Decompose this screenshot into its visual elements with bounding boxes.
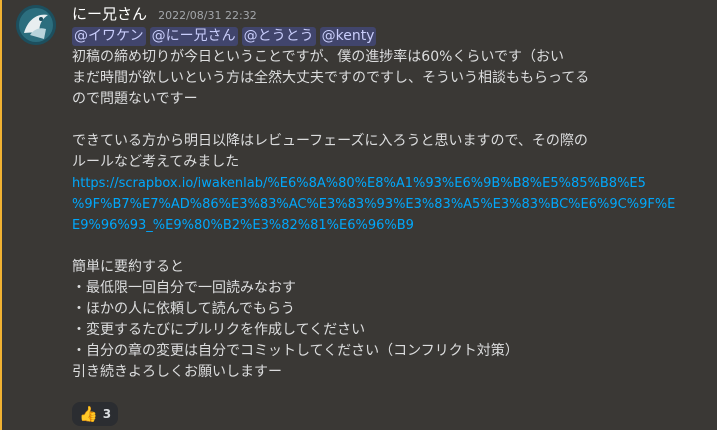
summary-heading: 簡単に要約すると (72, 259, 184, 275)
link-line[interactable]: https://scrapbox.io/iwakenlab/%E6%8A%80%… (72, 176, 646, 191)
mention-iwaken[interactable]: @イワケン (72, 27, 146, 46)
avatar[interactable] (16, 5, 56, 45)
username[interactable]: にー兄さん (72, 5, 147, 23)
message-line: ので問題ないですー (72, 91, 198, 107)
summary-item: ・変更するたびにプルリクを作成してください (72, 322, 366, 338)
message-line: まだ時間が欲しいという方は全然大丈夫ですのですし、そういう相談ももらってる (72, 70, 590, 86)
message-line: できている方から明日以降はレビューフェーズに入ろうと思いますので、その際の (72, 133, 588, 149)
thumbs-up-icon: 👍 (79, 405, 98, 423)
message-line: ルールなど考えてみました (72, 154, 240, 170)
mention-niinisan[interactable]: @にー兄さん (149, 27, 238, 46)
summary-item: ・自分の章の変更は自分でコミットしてください（コンフリクト対策） (72, 343, 519, 359)
avatar-image (16, 5, 56, 45)
message-content: にー兄さん 2022/08/31 22:32 @イワケン @にー兄さん @とうとう @… (72, 4, 712, 383)
scrapbox-link-cont[interactable]: E9%96%93_%E9%80%B2%E3%82%81%E6%96%B9 (72, 215, 712, 236)
link-line[interactable]: E9%96%93_%E9%80%B2%E3%82%81%E6%96%B9 (72, 218, 414, 233)
reaction-count: 3 (102, 407, 112, 421)
mention-toutou[interactable]: @とうとう (241, 27, 316, 46)
summary-item: ・ほかの人に依頼して読んでもらう (72, 301, 295, 317)
link-line[interactable]: %9F%B7%E7%AD%86%E3%83%AC%E3%83%93%E3%83%… (72, 197, 675, 212)
scrapbox-link[interactable]: https://scrapbox.io/iwakenlab/%E6%8A%80%… (72, 173, 712, 194)
message-line: 初稿の締め切りが今日ということですが、僕の進捗率は60%くらいです（おい (72, 49, 564, 65)
reaction-thumbs-up[interactable]: 👍 3 (72, 402, 119, 426)
message-header: にー兄さん 2022/08/31 22:32 (72, 4, 712, 24)
mention-row: @イワケン @にー兄さん @とうとう @kenty (72, 26, 712, 47)
timestamp: 2022/08/31 22:32 (158, 9, 257, 22)
scrapbox-link-cont[interactable]: %9F%B7%E7%AD%86%E3%83%AC%E3%83%93%E3%83%… (72, 194, 712, 215)
chat-message: にー兄さん 2022/08/31 22:32 @イワケン @にー兄さん @とうとう @… (0, 0, 717, 430)
closing-line: 引き続きよろしくお願いしますー (72, 364, 282, 380)
summary-item: ・最低限一回自分で一回読みなおす (72, 280, 296, 296)
mention-kenty[interactable]: @kenty (319, 27, 377, 46)
